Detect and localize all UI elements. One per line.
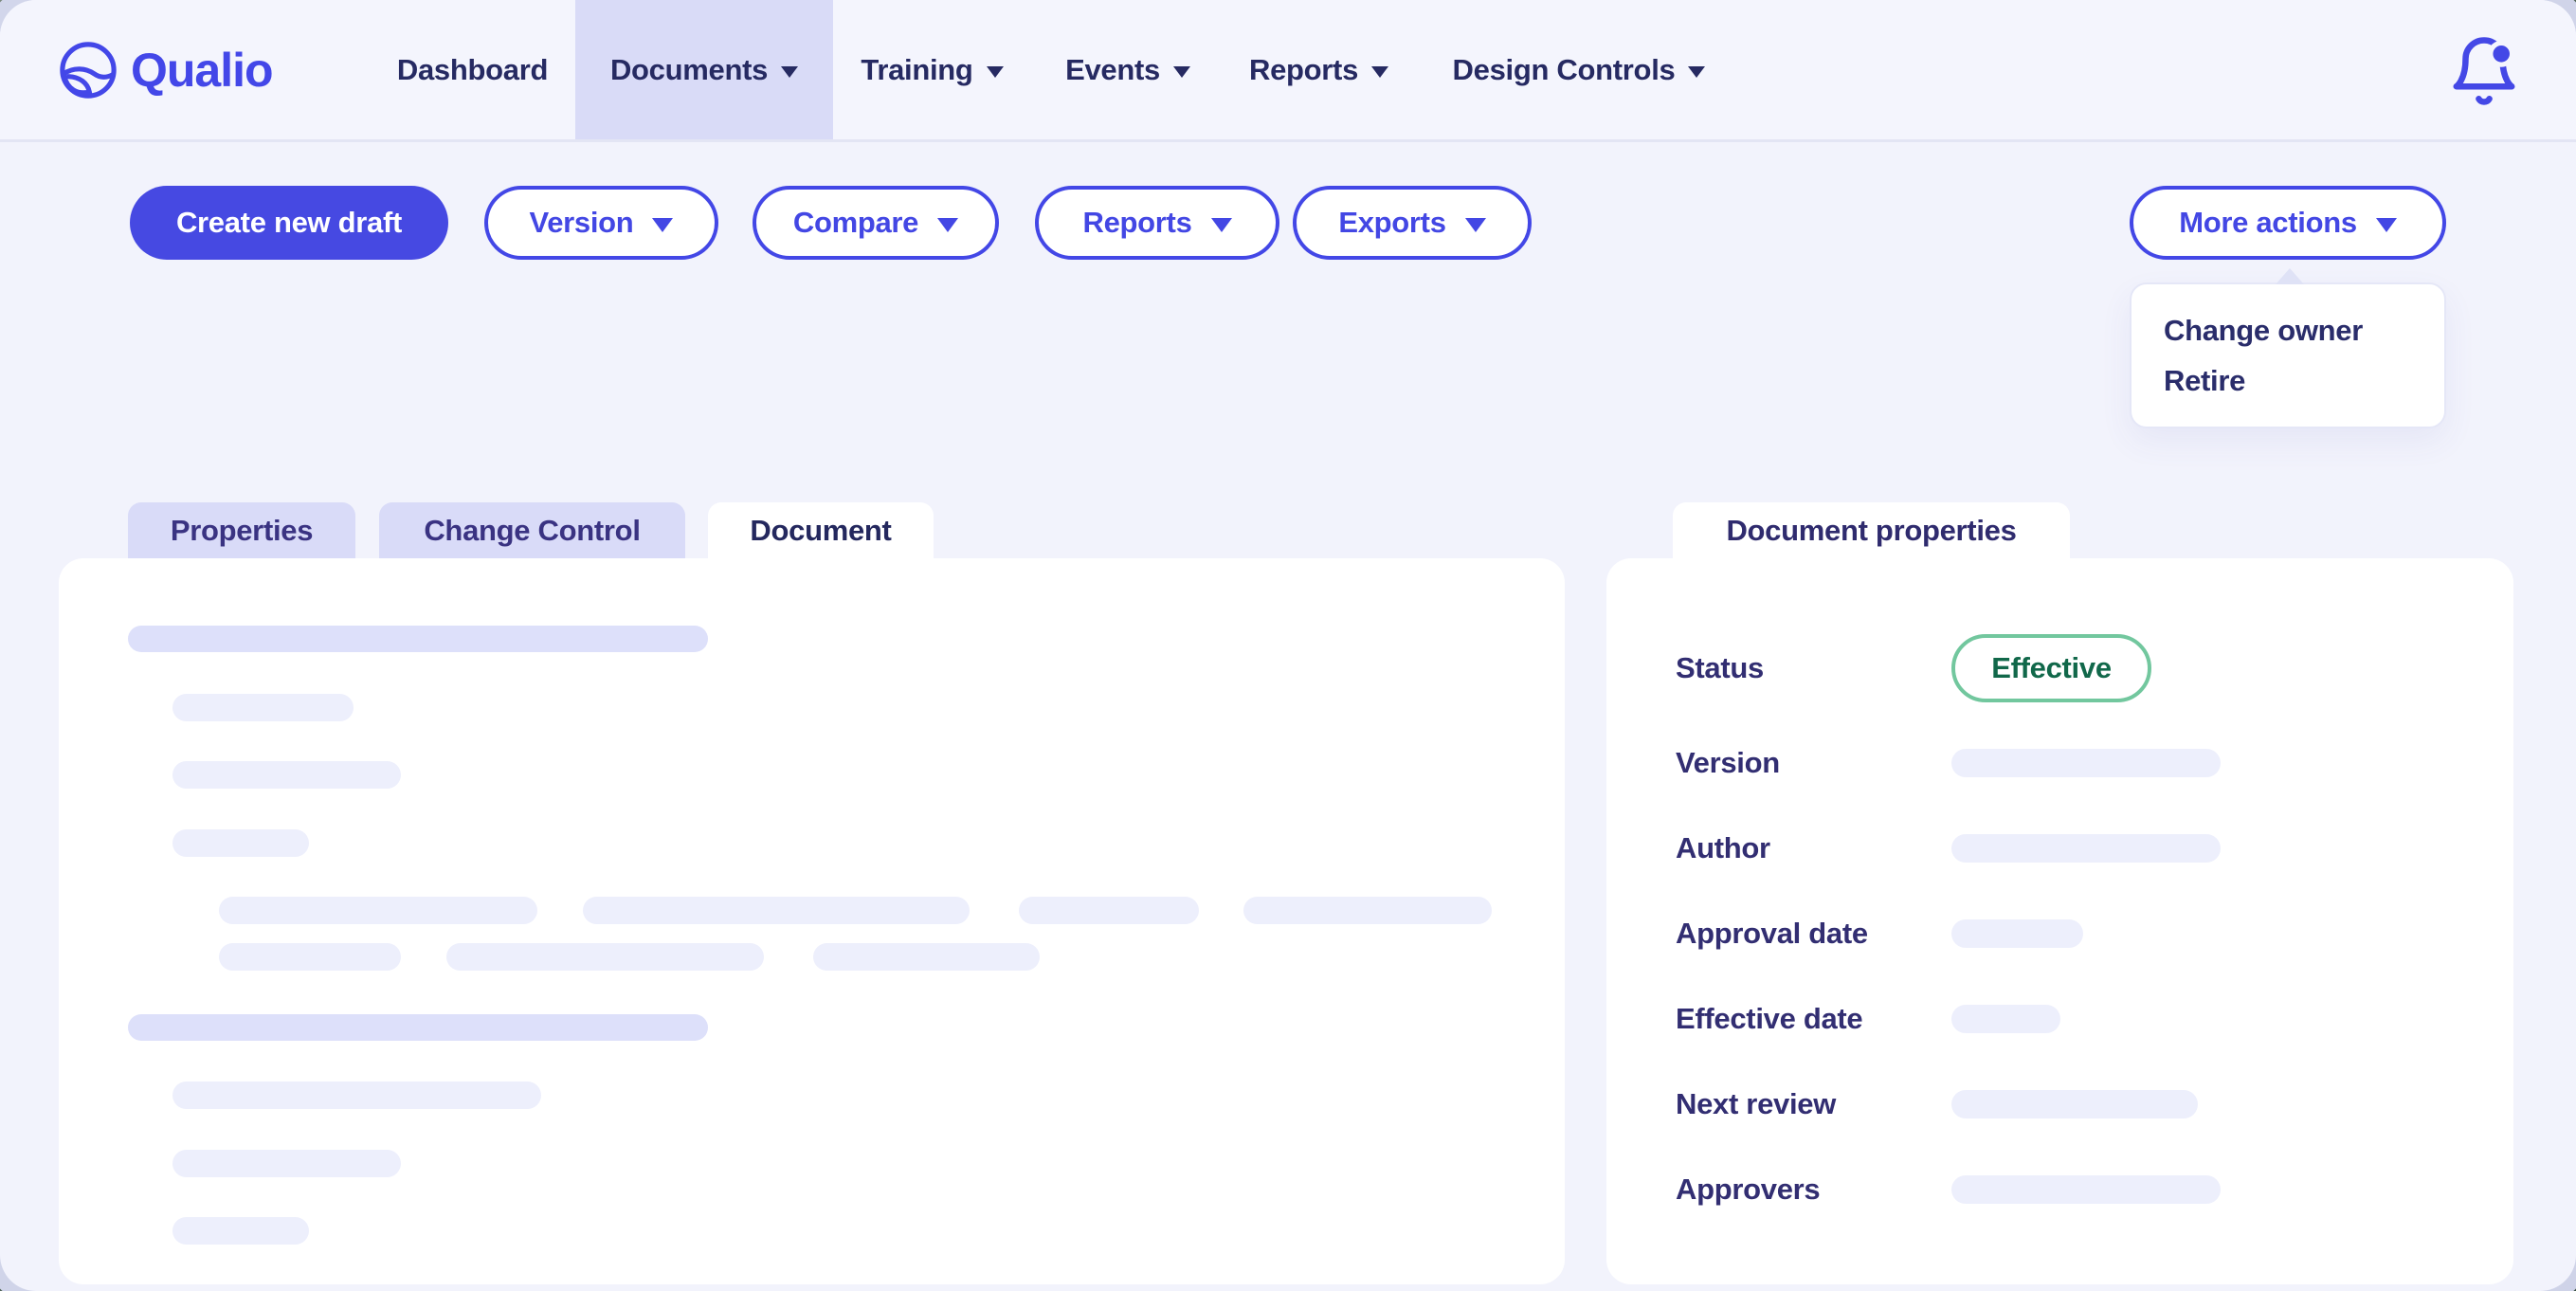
property-row-status: Status Effective: [1606, 633, 2513, 703]
property-value-skeleton: [1951, 834, 2221, 863]
chevron-down-icon: [1688, 66, 1705, 78]
reports-dropdown-button[interactable]: Reports: [1035, 186, 1279, 260]
skeleton-line: [813, 943, 1040, 971]
skeleton-heading-line: [128, 1014, 708, 1041]
chevron-down-icon: [2376, 218, 2397, 232]
skeleton-line: [446, 943, 764, 971]
skeleton-line: [219, 897, 537, 924]
property-label: Next review: [1676, 1087, 1836, 1121]
property-label: Author: [1676, 831, 1770, 865]
property-value-skeleton: [1951, 1005, 2060, 1033]
nav-item-events[interactable]: Events: [1060, 0, 1196, 139]
status-badge: Effective: [1951, 634, 2151, 702]
chevron-down-icon: [781, 66, 798, 78]
property-row-effective-date: Effective date: [1606, 981, 2513, 1057]
menu-item-change-owner[interactable]: Change owner: [2132, 305, 2444, 355]
compare-dropdown-button[interactable]: Compare: [753, 186, 999, 260]
more-actions-button[interactable]: More actions: [2130, 186, 2446, 260]
property-value-skeleton: [1951, 749, 2221, 777]
notification-bell-icon[interactable]: [2447, 34, 2521, 108]
skeleton-line: [172, 1082, 541, 1109]
property-row-approval-date: Approval date: [1606, 896, 2513, 972]
document-properties-card: Status Effective Version Author Approval…: [1606, 558, 2513, 1284]
skeleton-heading-line: [128, 626, 708, 652]
tab-change-control[interactable]: Change Control: [379, 502, 685, 558]
chevron-down-icon: [1173, 66, 1190, 78]
property-value-skeleton: [1951, 1175, 2221, 1204]
exports-dropdown-button[interactable]: Exports: [1293, 186, 1532, 260]
skeleton-line: [172, 1217, 309, 1245]
property-label: Approval date: [1676, 917, 1868, 951]
property-row-next-review: Next review: [1606, 1066, 2513, 1142]
create-new-draft-button[interactable]: Create new draft: [130, 186, 448, 260]
skeleton-line: [219, 943, 401, 971]
nav-item-training[interactable]: Training: [854, 0, 1010, 139]
backdrop: Qualio Dashboard Documents Training Even…: [0, 0, 2576, 1291]
property-row-version: Version: [1606, 725, 2513, 801]
tab-document[interactable]: Document: [708, 502, 934, 558]
app-window: Qualio Dashboard Documents Training Even…: [0, 0, 2576, 1291]
qualio-logo-icon: [59, 41, 118, 100]
tab-properties[interactable]: Properties: [128, 502, 355, 558]
qualio-logo[interactable]: Qualio: [59, 0, 273, 139]
qualio-wordmark: Qualio: [131, 43, 273, 98]
property-label: Effective date: [1676, 1002, 1862, 1036]
skeleton-line: [172, 1150, 401, 1177]
chevron-down-icon: [652, 218, 673, 232]
property-label: Approvers: [1676, 1173, 1820, 1207]
chevron-down-icon: [1211, 218, 1232, 232]
property-row-approvers: Approvers: [1606, 1152, 2513, 1227]
skeleton-line: [172, 829, 309, 857]
nav-item-design-controls[interactable]: Design Controls: [1438, 0, 1720, 139]
status-label: Status: [1676, 651, 1764, 685]
top-nav-bar: Qualio Dashboard Documents Training Even…: [0, 0, 2576, 142]
chevron-down-icon: [1465, 218, 1486, 232]
property-label: Version: [1676, 746, 1780, 780]
skeleton-line: [1019, 897, 1199, 924]
nav-item-reports[interactable]: Reports: [1245, 0, 1392, 139]
skeleton-line: [172, 761, 401, 789]
document-properties-tab[interactable]: Document properties: [1673, 502, 2070, 558]
skeleton-line: [583, 897, 970, 924]
skeleton-line: [172, 694, 354, 721]
version-dropdown-button[interactable]: Version: [484, 186, 718, 260]
chevron-down-icon: [937, 218, 958, 232]
property-value-skeleton: [1951, 919, 2083, 948]
chevron-down-icon: [1371, 66, 1388, 78]
more-actions-menu: Change owner Retire: [2130, 282, 2446, 428]
chevron-down-icon: [987, 66, 1004, 78]
nav-item-documents[interactable]: Documents: [575, 0, 833, 139]
property-value-skeleton: [1951, 1090, 2198, 1118]
skeleton-line: [1243, 897, 1492, 924]
property-row-author: Author: [1606, 810, 2513, 886]
menu-item-retire[interactable]: Retire: [2132, 355, 2444, 406]
document-content-card: [59, 558, 1565, 1284]
nav-item-dashboard[interactable]: Dashboard: [391, 0, 553, 139]
